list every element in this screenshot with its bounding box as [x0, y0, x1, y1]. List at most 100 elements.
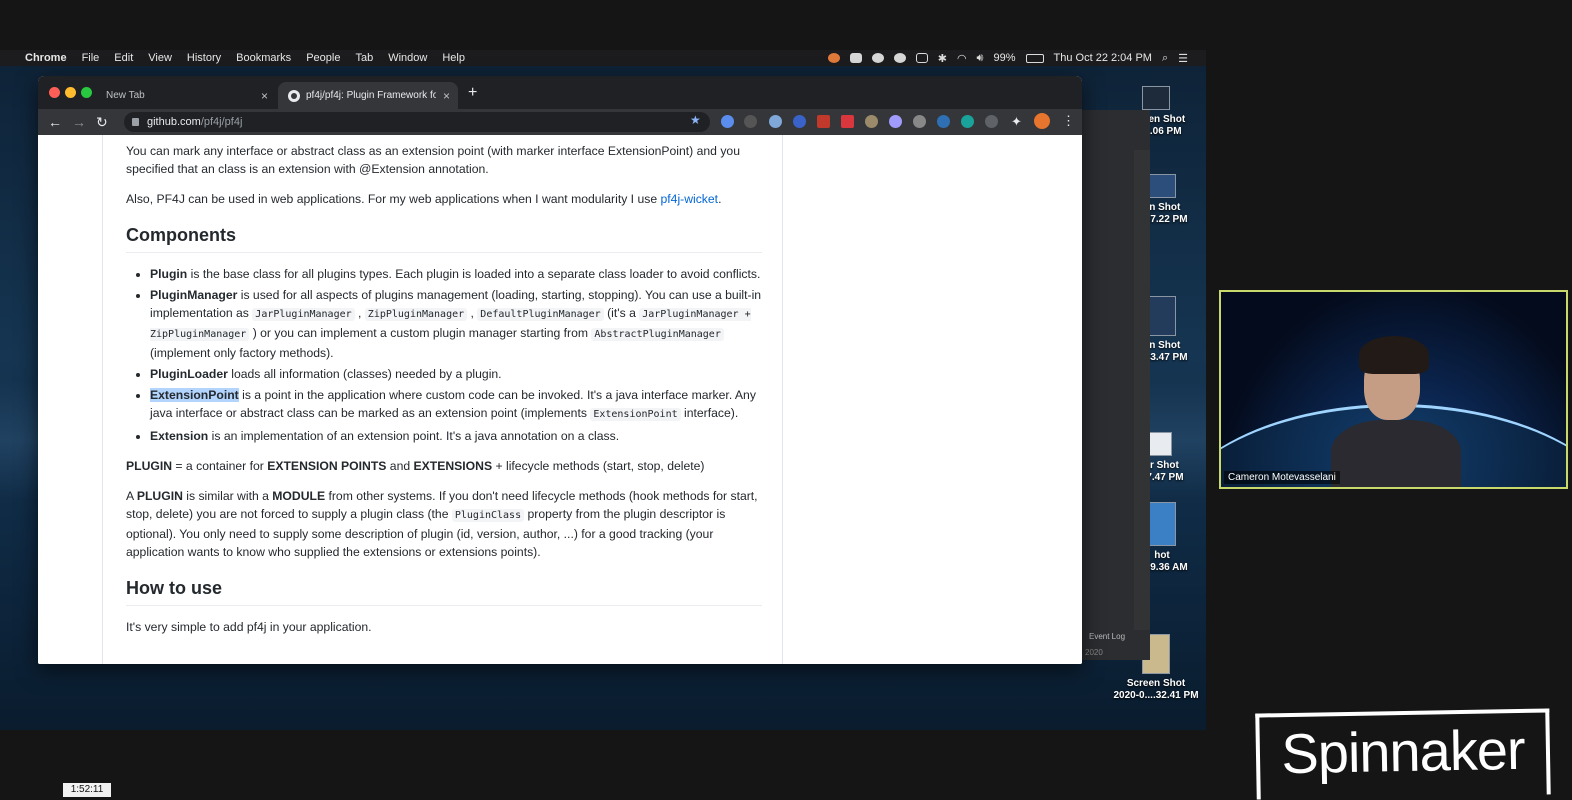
list-item: PluginManager is used for all aspects of… [150, 286, 762, 362]
text-span: interface). [680, 406, 739, 420]
extension-icon[interactable] [744, 115, 757, 128]
back-arrow-icon[interactable]: ← [48, 114, 62, 130]
text-span: is an implementation of an extension poi… [208, 429, 620, 443]
paragraph-web-apps: Also, PF4J can be used in web applicatio… [126, 190, 762, 208]
url-path: /pf4j/pf4j [200, 116, 243, 128]
menu-help[interactable]: Help [442, 52, 465, 64]
extension-icon[interactable] [961, 115, 974, 128]
screenshot-thumbnail-icon [1148, 502, 1176, 546]
extension-icon[interactable] [865, 115, 878, 128]
code-span: PluginClass [451, 509, 525, 522]
profile-avatar[interactable] [1034, 113, 1050, 129]
term: EXTENSION POINTS [267, 459, 387, 473]
text-span: = a container for [172, 459, 268, 473]
menu-window[interactable]: Window [388, 52, 427, 64]
chrome-menu-icon[interactable]: ⋮ [1062, 113, 1075, 129]
extension-icon[interactable] [937, 115, 950, 128]
menu-file[interactable]: File [82, 52, 100, 64]
text-span: , [467, 306, 478, 320]
paragraph-plugin-module: A PLUGIN is similar with a MODULE from o… [126, 487, 762, 561]
extension-icon[interactable] [769, 115, 782, 128]
paragraph-extension-point: You can mark any interface or abstract c… [126, 144, 740, 176]
window-zoom-button[interactable] [81, 87, 92, 98]
extension-icon[interactable] [817, 115, 830, 128]
ide-status-year: 2020 [1085, 648, 1103, 657]
tab-close-icon[interactable]: × [261, 89, 268, 103]
presenter-hair [1359, 336, 1429, 374]
battery-percentage: 99% [993, 52, 1016, 64]
selected-term: ExtensionPoint [150, 388, 239, 402]
extensions-puzzle-icon[interactable]: ✦ [1011, 114, 1022, 130]
tray-coffee-icon[interactable] [849, 53, 862, 63]
tray-creative-cloud-icon[interactable] [893, 53, 906, 63]
text-span: + lifecycle methods (start, stop, delete… [492, 459, 705, 473]
tab-new-tab[interactable]: New Tab × [96, 82, 276, 109]
term: Extension [150, 429, 209, 443]
menu-tab[interactable]: Tab [355, 52, 373, 64]
tab-pf4j[interactable]: pf4j/pf4j: Plugin Framework fo × [278, 82, 458, 109]
menu-bookmarks[interactable]: Bookmarks [236, 52, 291, 64]
text-span: ) or you can implement a custom plugin m… [249, 326, 592, 340]
code-span: ExtensionPoint [590, 408, 681, 421]
term: PLUGIN [126, 459, 173, 473]
window-minimize-button[interactable] [65, 87, 76, 98]
desktop-icon-label: 2020-0....32.41 PM [1113, 690, 1199, 701]
menu-view[interactable]: View [148, 52, 172, 64]
tray-cloud-icon[interactable] [871, 53, 884, 63]
readme-article: You can mark any interface or abstract c… [102, 135, 783, 664]
extension-icon[interactable] [841, 115, 854, 128]
term: MODULE [272, 489, 326, 503]
volume-icon[interactable]: 🔊︎ [977, 52, 984, 65]
text-span: is similar with a [182, 489, 273, 503]
menu-edit[interactable]: Edit [114, 52, 133, 64]
address-bar[interactable]: github.com/pf4j/pf4j [124, 112, 710, 132]
battery-icon[interactable] [1025, 53, 1044, 63]
text-span: . [718, 192, 722, 206]
ide-event-log[interactable]: Event Log [1089, 632, 1125, 641]
github-favicon-icon [288, 89, 300, 102]
chrome-window: New Tab × pf4j/pf4j: Plugin Framework fo… [38, 76, 1082, 664]
text-span: A [126, 489, 137, 503]
spinnaker-logo: Spinnaker [1255, 708, 1551, 800]
paragraph-plugin-definition: PLUGIN = a container for EXTENSION POINT… [126, 457, 762, 475]
window-close-button[interactable] [49, 87, 60, 98]
lock-icon [132, 118, 139, 126]
presenter-name-label: Cameron Motevasselani [1224, 471, 1340, 484]
bluetooth-icon[interactable]: ✱ [938, 52, 947, 65]
bookmark-star-icon[interactable]: ★ [690, 113, 701, 127]
pf4j-wicket-link[interactable]: pf4j-wicket [661, 192, 719, 206]
ide-window-background[interactable]: Event Log 2020 [1080, 110, 1150, 660]
menu-chrome[interactable]: Chrome [25, 52, 67, 64]
extension-icon[interactable] [913, 115, 926, 128]
screenshot-thumbnail-icon [1148, 296, 1176, 336]
list-item: PluginLoader loads all information (clas… [150, 365, 762, 383]
extension-icon[interactable] [793, 115, 806, 128]
notification-center-icon[interactable]: ☰ [1178, 52, 1188, 65]
extension-icon[interactable] [889, 115, 902, 128]
menu-people[interactable]: People [306, 52, 340, 64]
chrome-tab-bar: New Tab × pf4j/pf4j: Plugin Framework fo… [38, 76, 1082, 109]
airplay-icon[interactable] [915, 53, 928, 63]
tab-close-icon[interactable]: × [443, 89, 450, 103]
reload-icon[interactable]: ↻ [96, 114, 108, 130]
screenshot-thumbnail-icon [1148, 174, 1176, 198]
new-tab-plus-icon[interactable]: + [468, 85, 477, 101]
list-item: ExtensionPoint is a point in the applica… [150, 386, 762, 424]
term: EXTENSIONS [413, 459, 493, 473]
extension-icon[interactable] [721, 115, 734, 128]
text-span: (it's a [603, 306, 640, 320]
menubar-clock[interactable]: Thu Oct 22 2:04 PM [1054, 52, 1152, 64]
spotlight-search-icon[interactable]: ⌕ [1162, 52, 1168, 65]
extension-icon[interactable] [985, 115, 998, 128]
menu-history[interactable]: History [187, 52, 221, 64]
forward-arrow-icon[interactable]: → [72, 114, 86, 130]
text-span: and [386, 459, 414, 473]
code-span: AbstractPluginManager [591, 328, 724, 341]
code-span: JarPluginManager [252, 308, 355, 321]
text-span: loads all information (classes) needed b… [227, 367, 502, 381]
wifi-icon[interactable]: ◠ [957, 52, 967, 65]
tray-app-icon[interactable] [827, 53, 840, 63]
tab-label: pf4j/pf4j: Plugin Framework fo [306, 90, 436, 101]
list-item: Plugin is the base class for all plugins… [150, 265, 762, 283]
components-list: Plugin is the base class for all plugins… [126, 265, 762, 445]
